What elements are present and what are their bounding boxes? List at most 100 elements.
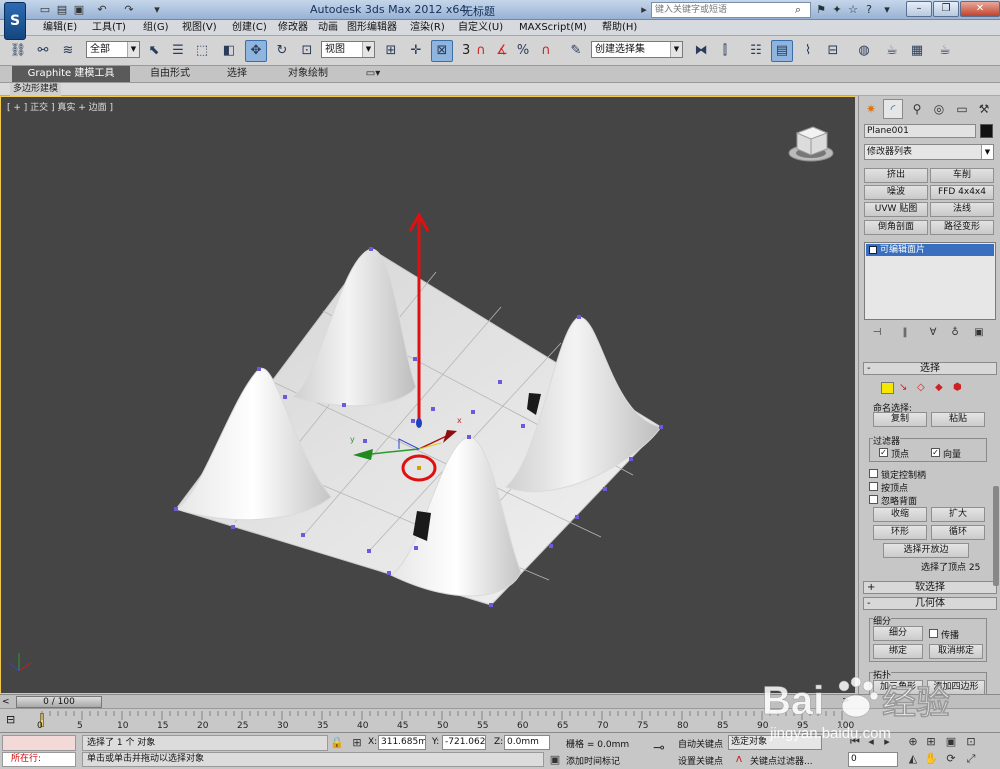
normal-button[interactable]: 法线 — [930, 202, 994, 217]
pin-stack-icon[interactable]: ⊣ — [869, 326, 885, 340]
go-to-start-icon[interactable]: ⏮ — [848, 735, 862, 749]
display-tab-icon[interactable]: ▭ — [952, 99, 972, 119]
window-crossing-icon[interactable]: ◧ — [218, 40, 240, 62]
pivot-center-icon[interactable]: ⊞ — [380, 40, 402, 62]
field-of-view-icon[interactable]: ◭ — [906, 752, 920, 766]
filter-vertex-checkbox[interactable]: ✓ — [879, 448, 888, 457]
time-slider-thumb[interactable]: 0 / 100 — [16, 696, 102, 708]
select-and-rotate-icon[interactable]: ↻ — [271, 40, 293, 62]
x-coordinate-field[interactable]: 311.685mm — [378, 735, 426, 750]
time-slider-prev-icon[interactable]: < — [2, 697, 10, 707]
modify-tab-icon[interactable]: ◜ — [883, 99, 903, 119]
select-and-link-icon[interactable]: ⛓ — [7, 40, 29, 62]
schematic-view-icon[interactable]: ⊟ — [822, 40, 844, 62]
lathe-button[interactable]: 车削 — [930, 168, 994, 183]
search-input[interactable] — [651, 2, 811, 18]
redo-icon[interactable]: ↷ — [122, 3, 136, 17]
modifier-list-dropdown[interactable]: 修改器列表 ▼ — [864, 144, 994, 160]
search-expand-icon[interactable]: ▸ — [637, 3, 651, 17]
polygon-modeling-panel[interactable]: 多边形建模 — [10, 83, 62, 96]
key-icon[interactable]: ⊸ — [648, 741, 670, 755]
make-unique-icon[interactable]: ∀ — [925, 326, 941, 340]
tab-object-paint[interactable]: 对象绘制 — [278, 66, 338, 82]
maxscript-listener-mini[interactable] — [2, 735, 76, 751]
object-name-field[interactable]: Plane001 — [864, 124, 976, 138]
selected-object-dropdown[interactable]: 选定对象 — [728, 735, 822, 750]
key-tangent-icon[interactable]: ʌ — [732, 752, 746, 766]
object-color-swatch[interactable] — [980, 124, 993, 138]
tab-graphite-modeling[interactable]: Graphite 建模工具 — [12, 66, 130, 82]
quick-access-dropdown-icon[interactable]: ▾ — [150, 3, 164, 17]
vertex-level-icon[interactable] — [881, 382, 894, 394]
help-dropdown-icon[interactable]: ▾ — [880, 3, 894, 17]
filter-vector-checkbox[interactable]: ✓ — [931, 448, 940, 457]
prev-frame-icon[interactable]: ◂ — [864, 735, 878, 749]
save-icon[interactable]: ▣ — [72, 3, 86, 17]
new-file-icon[interactable]: ▭ — [38, 3, 52, 17]
render-production-icon[interactable]: ☕ — [934, 40, 956, 62]
app-logo-button[interactable]: S — [4, 2, 26, 40]
noise-button[interactable]: 噪波 — [864, 185, 928, 200]
shrink-button[interactable]: 收缩 — [873, 507, 927, 522]
menu-maxscript[interactable]: MAXScript(M) — [519, 21, 587, 35]
patch-level-icon[interactable]: ◆ — [935, 382, 948, 394]
layer-manager-icon[interactable]: ☷ — [745, 40, 767, 62]
uvw-map-button[interactable]: UVW 贴图 — [864, 202, 928, 217]
selection-lock-icon[interactable]: 🔒 — [330, 736, 344, 750]
play-icon[interactable]: ▸ — [880, 735, 894, 749]
tab-selection[interactable]: 选择 — [214, 66, 260, 82]
auto-key-button[interactable]: 自动关键点 — [678, 737, 723, 750]
snap-magnet-icon[interactable]: ∩ — [470, 40, 492, 62]
menu-group[interactable]: 组(G) — [143, 21, 169, 35]
search-icon[interactable]: ⌕ — [791, 3, 805, 17]
menu-customize[interactable]: 自定义(U) — [458, 21, 503, 35]
subscription-icon[interactable]: ⚑ — [814, 3, 828, 17]
menu-edit[interactable]: 编辑(E) — [43, 21, 77, 35]
menu-animation[interactable]: 动画 — [318, 21, 338, 35]
maxscript-status[interactable]: 所在行: — [2, 752, 76, 767]
unlink-icon[interactable]: ⚯ — [32, 40, 54, 62]
subdivide-button[interactable]: 细分 — [873, 626, 923, 641]
zoom-icon[interactable]: ⊕ — [906, 735, 920, 749]
utilities-tab-icon[interactable]: ⚒ — [974, 99, 994, 119]
menu-graph-editors[interactable]: 图形编辑器 — [347, 21, 397, 35]
handle-level-icon[interactable]: ↘ — [899, 382, 912, 394]
soft-selection-rollout-header[interactable]: + 软选择 — [863, 581, 997, 594]
selection-filter-dropdown[interactable]: 全部 ▼ — [86, 41, 140, 58]
spinner-snap-icon[interactable]: ∩ — [535, 40, 557, 62]
angle-snap-icon[interactable]: ∡ — [491, 40, 513, 62]
menu-create[interactable]: 创建(C) — [232, 21, 267, 35]
add-quad-button[interactable]: 添加四边形 — [927, 680, 985, 694]
named-selection-dropdown[interactable]: 创建选择集 ▼ — [591, 41, 683, 58]
ignore-backfacing-checkbox[interactable] — [869, 495, 878, 504]
reference-coordinate-dropdown[interactable]: 视图 ▼ — [321, 41, 375, 58]
render-setup-icon[interactable]: ☕ — [881, 40, 903, 62]
configure-modifier-sets-icon[interactable]: ▣ — [971, 326, 987, 340]
hierarchy-tab-icon[interactable]: ⚲ — [907, 99, 927, 119]
z-coordinate-field[interactable]: 0.0mm — [504, 735, 550, 750]
copy-button[interactable]: 复制 — [873, 412, 927, 427]
select-and-manipulate-icon[interactable]: ✛ — [405, 40, 427, 62]
time-tag-icon[interactable]: ▣ — [548, 753, 562, 767]
open-file-icon[interactable]: ▤ — [55, 3, 69, 17]
extrude-button[interactable]: 挤出 — [864, 168, 928, 183]
graphite-toggle-icon[interactable]: ▤ — [771, 40, 793, 62]
pan-view-icon[interactable]: ✋ — [924, 752, 938, 766]
stack-toggle-icon[interactable] — [869, 246, 877, 254]
time-slider-next-icon[interactable]: > — [842, 696, 850, 706]
help-icon[interactable]: ? — [862, 3, 876, 17]
by-vertex-checkbox[interactable] — [869, 482, 878, 491]
edit-named-selection-icon[interactable]: ✎ — [565, 40, 587, 62]
edge-level-icon[interactable]: ◇ — [917, 382, 930, 394]
loop-button[interactable]: 循环 — [931, 525, 985, 540]
key-filters-button[interactable]: 关键点过滤器... — [750, 754, 813, 767]
create-tab-icon[interactable]: ✷ — [861, 99, 881, 119]
selection-rollout-header[interactable]: - 选择 — [863, 362, 997, 375]
undo-icon[interactable]: ↶ — [95, 3, 109, 17]
rectangular-selection-icon[interactable]: ⬚ — [191, 40, 213, 62]
close-button[interactable]: ✕ — [960, 1, 1000, 17]
tab-freeform[interactable]: 自由形式 — [140, 66, 200, 82]
favorites-icon[interactable]: ☆ — [846, 3, 860, 17]
lock-handles-checkbox[interactable] — [869, 469, 878, 478]
material-editor-icon[interactable]: ◍ — [853, 40, 875, 62]
